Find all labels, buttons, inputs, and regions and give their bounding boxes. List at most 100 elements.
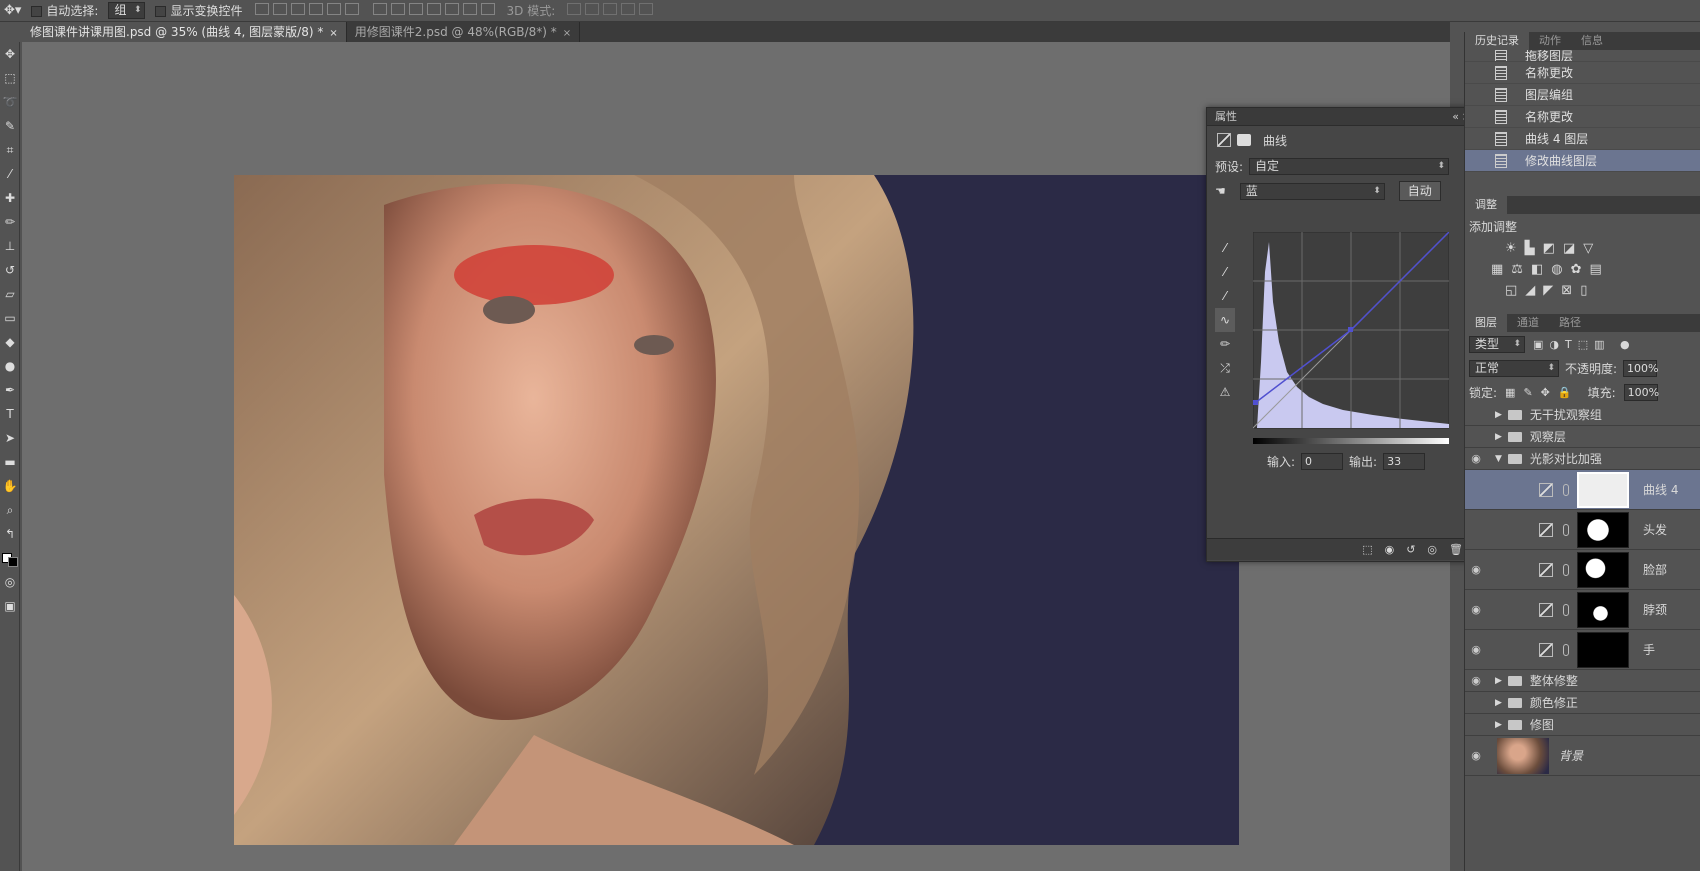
- link-icon[interactable]: [1563, 563, 1569, 576]
- layer-mask-thumbnail[interactable]: [1577, 631, 1629, 668]
- layer-filter-dropdown[interactable]: 类型: [1469, 335, 1525, 353]
- swap-colors-icon[interactable]: ↰: [0, 522, 20, 546]
- channel-mixer-icon[interactable]: ✿: [1571, 262, 1582, 277]
- curves-icon[interactable]: ◩: [1543, 241, 1555, 256]
- show-transform-checkbox[interactable]: 显示变换控件: [155, 2, 243, 19]
- color-swatches[interactable]: [0, 546, 20, 570]
- expand-arrow-icon[interactable]: ▶: [1495, 720, 1502, 730]
- zoom-tool-icon[interactable]: ⌕: [0, 498, 20, 522]
- tab-history[interactable]: 历史记录: [1465, 32, 1529, 50]
- 3d-tool-icons[interactable]: [565, 3, 655, 18]
- layer-row[interactable]: ◉ 手: [1465, 630, 1700, 670]
- eyedropper-tool-icon[interactable]: ⁄: [0, 162, 20, 186]
- tab-adjustments[interactable]: 调整: [1465, 196, 1507, 214]
- history-brush-tool-icon[interactable]: ↺: [0, 258, 20, 282]
- layer-mask-thumbnail[interactable]: [1577, 471, 1629, 508]
- lookup-icon[interactable]: ▤: [1590, 262, 1602, 277]
- hand-tool-icon[interactable]: ✋: [0, 474, 20, 498]
- balance-icon[interactable]: ⚖: [1511, 262, 1523, 277]
- distribute-icons[interactable]: [371, 3, 497, 18]
- mask-icon[interactable]: [1237, 134, 1251, 146]
- threshold-icon[interactable]: ◤: [1543, 283, 1553, 298]
- layer-group[interactable]: ▶ 无干扰观察组: [1465, 404, 1700, 426]
- move-tool-icon[interactable]: ✥: [0, 42, 20, 66]
- smooth-icon[interactable]: ⤮: [1215, 356, 1235, 380]
- gray-point-eyedropper-icon[interactable]: ⁄: [1215, 260, 1235, 284]
- delete-icon[interactable]: 🗑: [1449, 543, 1463, 556]
- stamp-tool-icon[interactable]: ⊥: [0, 234, 20, 258]
- eye-icon[interactable]: ◉: [1465, 749, 1487, 762]
- layer-row[interactable]: 头发: [1465, 510, 1700, 550]
- eye-icon[interactable]: ◉: [1465, 643, 1487, 656]
- background-layer-row[interactable]: ◉ 背景: [1465, 736, 1700, 776]
- vibrance-icon[interactable]: ▦: [1491, 262, 1503, 277]
- layer-group[interactable]: ▶ 颜色修正: [1465, 692, 1700, 714]
- align-icons[interactable]: [253, 3, 361, 18]
- input-field[interactable]: 0: [1301, 453, 1344, 470]
- tab-actions[interactable]: 动作: [1529, 32, 1571, 50]
- target-adjust-icon[interactable]: ☚: [1215, 184, 1226, 198]
- gradient-tool-icon[interactable]: ▭: [0, 306, 20, 330]
- move-tool-icon[interactable]: ✥▾: [4, 3, 21, 18]
- channel-dropdown[interactable]: 蓝: [1239, 182, 1385, 200]
- shape-tool-icon[interactable]: ▬: [0, 450, 20, 474]
- exposure-icon[interactable]: ◪: [1563, 241, 1575, 256]
- expand-arrow-icon[interactable]: ▶: [1495, 410, 1502, 420]
- expand-arrow-icon[interactable]: ▶: [1495, 432, 1502, 442]
- collapse-arrow-icon[interactable]: ▼: [1495, 454, 1502, 464]
- view-previous-icon[interactable]: ◉: [1385, 543, 1395, 556]
- history-item[interactable]: 曲线 4 图层: [1465, 128, 1700, 150]
- history-item[interactable]: 拖移图层: [1465, 50, 1700, 62]
- type-tool-icon[interactable]: T: [0, 402, 20, 426]
- layer-mask-thumbnail[interactable]: [1577, 551, 1629, 588]
- filter-icons[interactable]: ▣◑T⬚▥ ●: [1533, 338, 1636, 351]
- layer-mask-thumbnail[interactable]: [1577, 511, 1629, 548]
- fill-field[interactable]: 100%: [1623, 383, 1659, 401]
- close-icon[interactable]: ×: [329, 28, 337, 39]
- crop-tool-icon[interactable]: ⌗: [0, 138, 20, 162]
- link-icon[interactable]: [1563, 603, 1569, 616]
- eye-icon[interactable]: ◉: [1465, 563, 1487, 576]
- history-item[interactable]: 图层编组: [1465, 84, 1700, 106]
- reset-icon[interactable]: ↺: [1406, 543, 1415, 556]
- gradient-map-icon[interactable]: ▽: [1583, 241, 1593, 256]
- selective-color-icon[interactable]: ⊠: [1561, 283, 1572, 298]
- auto-select-checkbox[interactable]: 自动选择:: [31, 2, 98, 19]
- eye-icon[interactable]: ◉: [1465, 674, 1487, 687]
- blend-mode-dropdown[interactable]: 正常: [1469, 359, 1559, 377]
- blur-tool-icon[interactable]: ◆: [0, 330, 20, 354]
- layer-row[interactable]: ◉ 脸部: [1465, 550, 1700, 590]
- tab-info[interactable]: 信息: [1571, 32, 1613, 50]
- history-item-selected[interactable]: 修改曲线图层: [1465, 150, 1700, 172]
- layer-group[interactable]: ◉ ▶ 整体修整: [1465, 670, 1700, 692]
- background-thumbnail[interactable]: [1497, 737, 1549, 774]
- preset-dropdown[interactable]: 自定: [1249, 157, 1450, 175]
- tab-document-1[interactable]: 修图课件讲课用图.psd @ 35% (曲线 4, 图层蒙版/8) * ×: [22, 22, 347, 42]
- auto-select-dropdown[interactable]: 组: [108, 2, 146, 19]
- levels-icon[interactable]: ▙: [1525, 241, 1535, 256]
- dodge-tool-icon[interactable]: ●: [0, 354, 20, 378]
- eye-icon[interactable]: ◉: [1465, 452, 1487, 465]
- pencil-icon[interactable]: ✏: [1215, 332, 1235, 356]
- link-icon[interactable]: [1563, 523, 1569, 536]
- black-point-eyedropper-icon[interactable]: ⁄: [1215, 236, 1235, 260]
- invert-icon[interactable]: ◱: [1505, 283, 1517, 298]
- quick-mask-icon[interactable]: ◎: [0, 570, 20, 594]
- path-select-tool-icon[interactable]: ➤: [0, 426, 20, 450]
- tab-paths[interactable]: 路径: [1549, 314, 1591, 332]
- history-item[interactable]: 名称更改: [1465, 106, 1700, 128]
- layer-row[interactable]: ◉ 脖颈: [1465, 590, 1700, 630]
- clipping-warning-icon[interactable]: ⚠: [1215, 380, 1235, 404]
- opacity-field[interactable]: 100%: [1623, 359, 1659, 377]
- lock-icons[interactable]: ▦✎✥🔒: [1505, 386, 1580, 399]
- healing-tool-icon[interactable]: ✚: [0, 186, 20, 210]
- layer-group-open[interactable]: ◉ ▼ 光影对比加强: [1465, 448, 1700, 470]
- gradient-icon[interactable]: ▯: [1580, 283, 1587, 298]
- curve-point-icon[interactable]: ∿: [1215, 308, 1235, 332]
- curves-adjustment-icon[interactable]: [1217, 133, 1231, 147]
- tab-document-2[interactable]: 用修图课件2.psd @ 48%(RGB/8*) * ×: [347, 22, 581, 42]
- link-icon[interactable]: [1563, 483, 1569, 496]
- close-icon[interactable]: ×: [563, 28, 571, 39]
- white-point-eyedropper-icon[interactable]: ⁄: [1215, 284, 1235, 308]
- layer-mask-thumbnail[interactable]: [1577, 591, 1629, 628]
